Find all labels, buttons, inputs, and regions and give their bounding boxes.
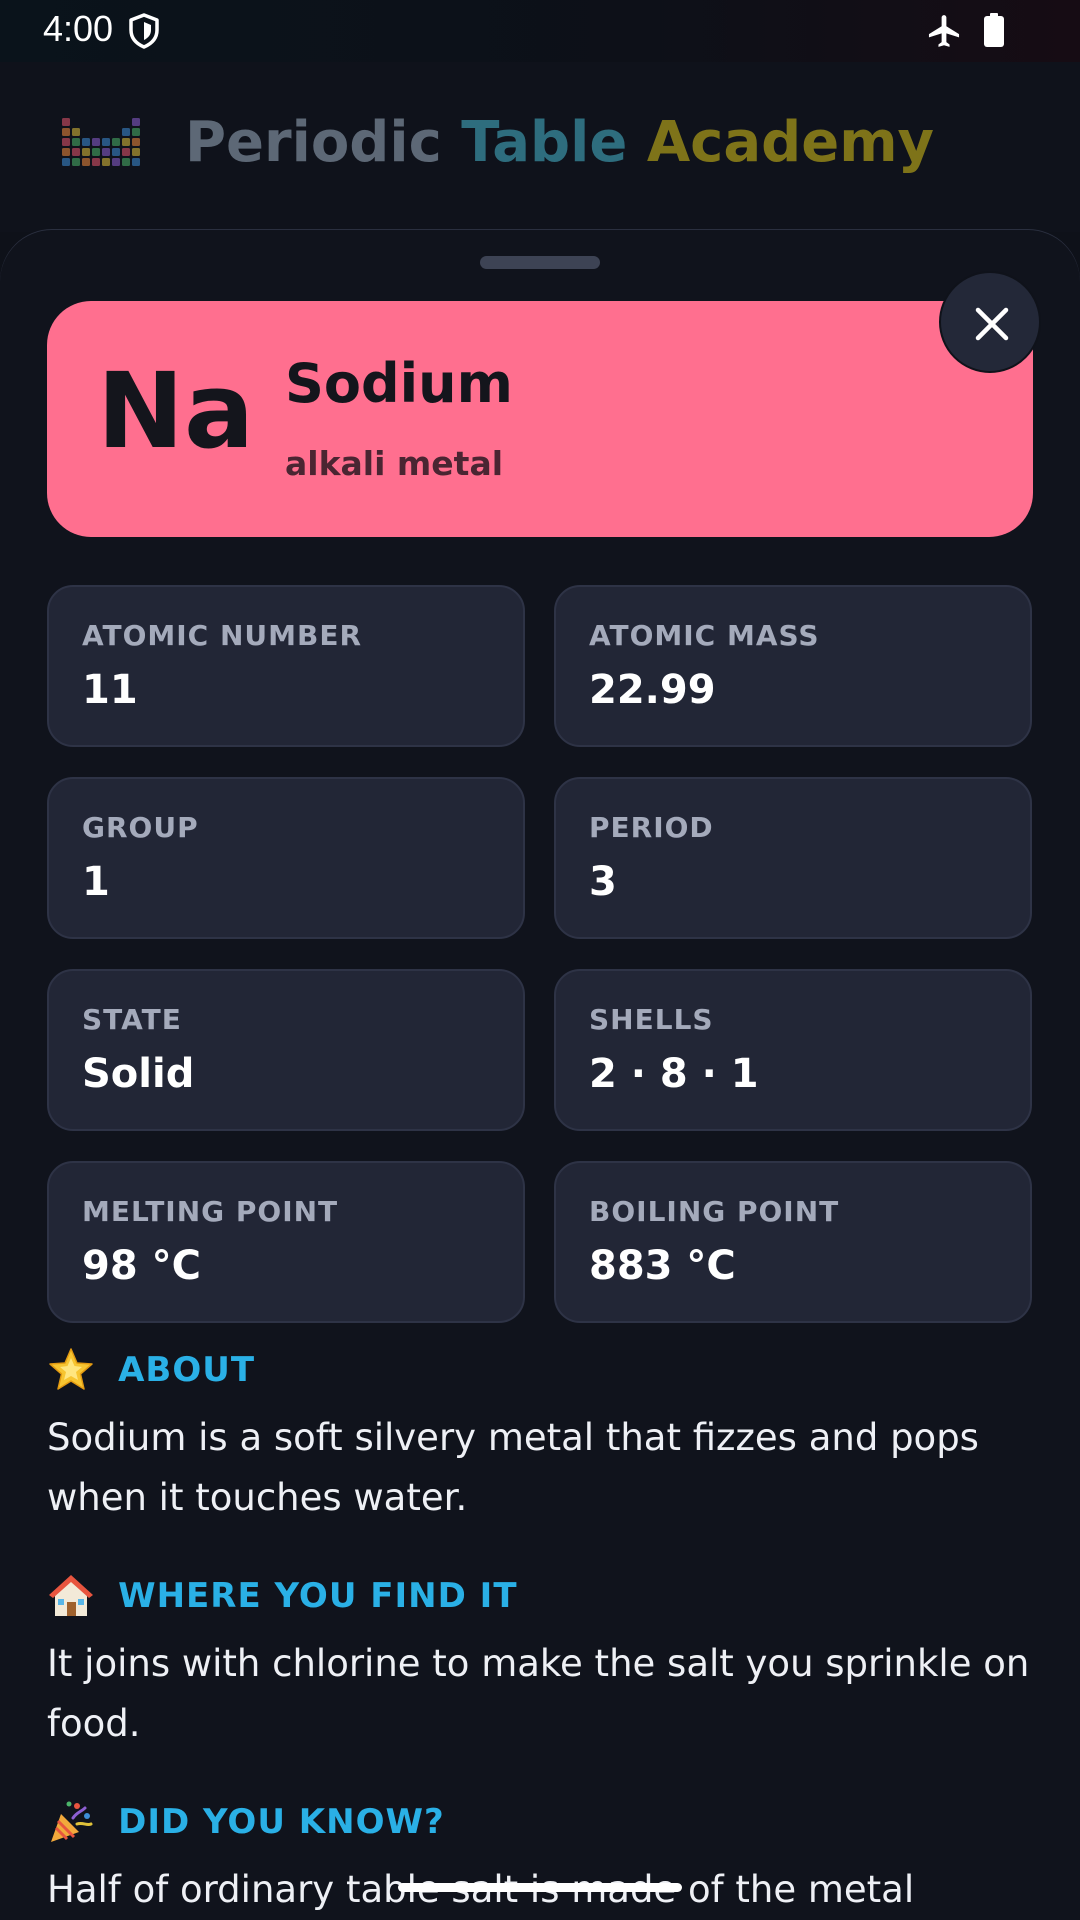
app-title: Periodic Table Academy (185, 110, 934, 175)
stat-group: GROUP 1 (47, 777, 525, 939)
stat-atomic-mass: ATOMIC MASS 22.99 (554, 585, 1032, 747)
section-body-about: Sodium is a soft silvery metal that fizz… (47, 1416, 979, 1519)
stat-melting-point: MELTING POINT 98 °C (47, 1161, 525, 1323)
app-title-part-periodic: Periodic (185, 110, 462, 175)
screen: 4:00 Periodic Table Academy Na Sodium al… (0, 0, 1080, 1920)
stat-value: 2 · 8 · 1 (589, 1051, 759, 1097)
section-title: WHERE YOU FIND IT (118, 1576, 518, 1616)
element-symbol: Na (97, 350, 255, 472)
sheet-drag-handle[interactable] (480, 256, 600, 269)
stat-atomic-number: ATOMIC NUMBER 11 (47, 585, 525, 747)
element-detail-sheet: Na Sodium alkali metal ATOMIC NUMBER 11 … (0, 230, 1080, 1920)
app-title-part-table: Table (461, 110, 647, 175)
close-button[interactable] (939, 271, 1041, 373)
element-name: Sodium (285, 352, 513, 415)
home-indicator[interactable] (398, 1883, 682, 1892)
status-time: 4:00 (43, 8, 114, 49)
element-header-card: Na Sodium alkali metal (47, 301, 1033, 537)
app-title-part-academy: Academy (646, 110, 935, 175)
stat-state: STATE Solid (47, 969, 525, 1131)
stat-label: MELTING POINT (82, 1195, 339, 1228)
star-icon (49, 1348, 93, 1390)
stat-value: 11 (82, 667, 138, 713)
stat-label: PERIOD (589, 811, 714, 844)
stat-value: 1 (82, 859, 110, 905)
section-title: DID YOU KNOW? (118, 1802, 445, 1842)
stat-period: PERIOD 3 (554, 777, 1032, 939)
stat-label: BOILING POINT (589, 1195, 840, 1228)
stat-boiling-point: BOILING POINT 883 °C (554, 1161, 1032, 1323)
stat-value: 22.99 (589, 667, 716, 713)
stat-label: ATOMIC MASS (589, 619, 820, 652)
close-icon (975, 307, 1009, 341)
stat-value: Solid (82, 1051, 195, 1097)
party-popper-icon (51, 1801, 93, 1842)
shield-icon (129, 13, 159, 49)
section-body-where: It joins with chlorine to make the salt … (47, 1642, 1030, 1745)
stat-label: SHELLS (589, 1003, 714, 1036)
element-category: alkali metal (285, 444, 504, 483)
section-heading-did-you-know: DID YOU KNOW? (47, 1798, 445, 1846)
stat-value: 3 (589, 859, 617, 905)
stat-label: STATE (82, 1003, 182, 1036)
section-heading-where: WHERE YOU FIND IT (47, 1572, 518, 1620)
stat-shells: SHELLS 2 · 8 · 1 (554, 969, 1032, 1131)
section-heading-about: ABOUT (47, 1346, 255, 1394)
section-title: ABOUT (118, 1350, 256, 1390)
airplane-mode-icon (928, 15, 960, 47)
status-bar: 4:00 (0, 0, 1080, 62)
stat-value: 98 °C (82, 1243, 201, 1289)
battery-icon (984, 13, 1004, 47)
house-icon (49, 1575, 93, 1616)
stat-label: ATOMIC NUMBER (82, 619, 363, 652)
periodic-table-logo-icon (62, 118, 140, 166)
stat-value: 883 °C (589, 1243, 736, 1289)
stat-label: GROUP (82, 811, 199, 844)
